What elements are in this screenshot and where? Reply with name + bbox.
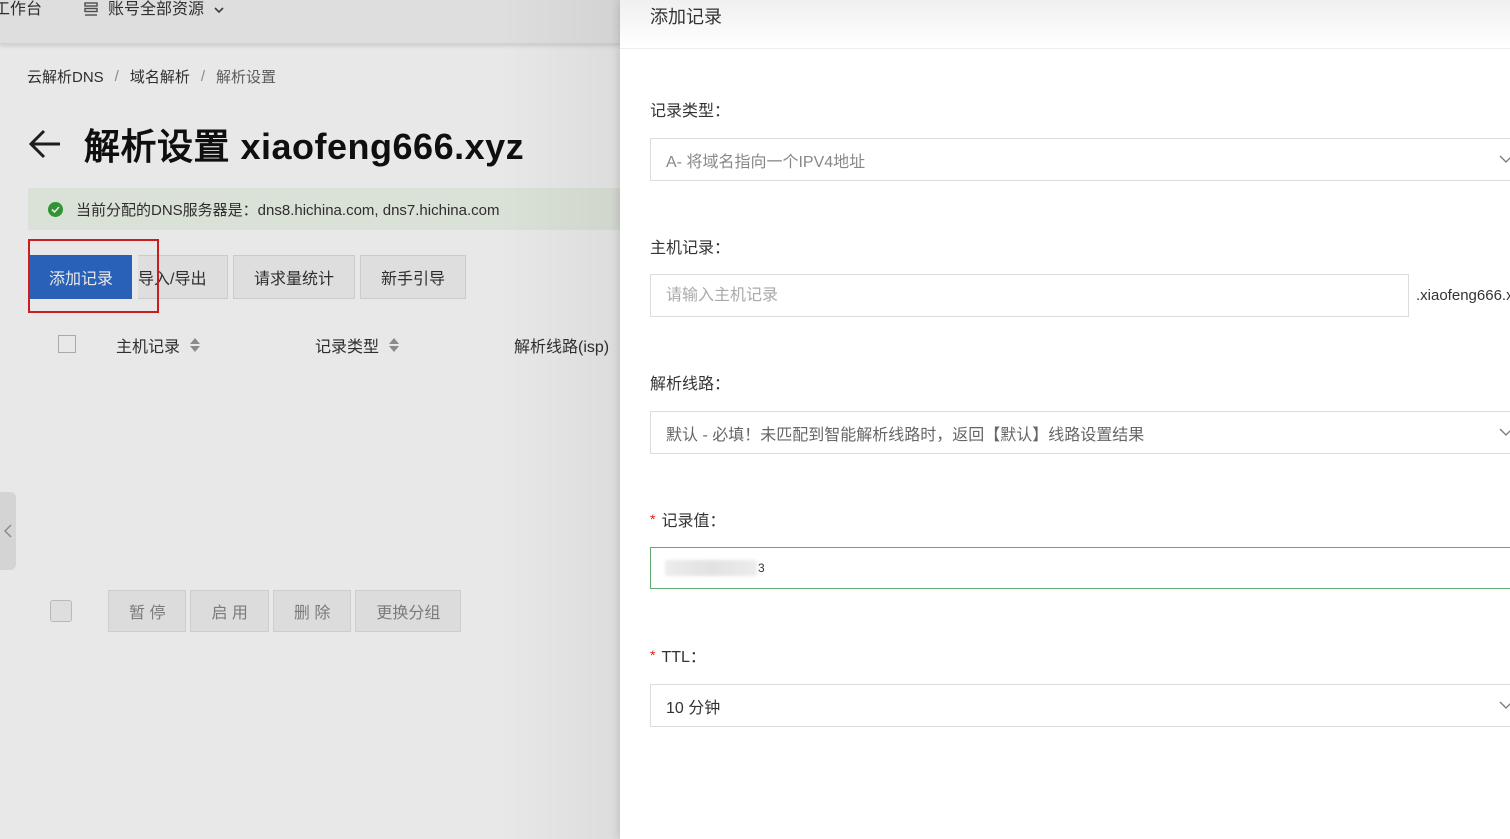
redacted-value xyxy=(665,560,757,576)
column-line: 解析线路(isp) xyxy=(514,333,609,357)
chevron-down-icon xyxy=(1499,155,1510,163)
line-select[interactable]: 默认 - 必填！未匹配到智能解析线路时，返回【默认】线路设置结果 xyxy=(650,411,1510,454)
drawer-title: 添加记录 xyxy=(650,7,722,27)
breadcrumb-separator: / xyxy=(114,68,119,85)
resource-selector-label: 账号全部资源 xyxy=(108,1,205,18)
check-circle-icon xyxy=(48,201,63,217)
batch-action-bar: 暂 停 启 用 删 除 更换分组 xyxy=(50,590,465,632)
sort-icon[interactable] xyxy=(389,338,400,352)
ttl-label: TTL： xyxy=(661,649,706,666)
breadcrumb: 云解析DNS / 域名解析 / 解析设置 xyxy=(27,66,276,87)
record-type-value: A- 将域名指向一个IPV4地址 xyxy=(666,153,866,171)
sidebar-collapse-handle[interactable] xyxy=(0,492,16,570)
chevron-down-icon xyxy=(1499,701,1510,709)
line-label: 解析线路： xyxy=(650,376,731,393)
column-record-type-label: 记录类型 xyxy=(315,339,380,356)
pause-button[interactable]: 暂 停 xyxy=(108,590,187,632)
beginner-guide-button[interactable]: 新手引导 xyxy=(360,255,467,299)
host-record-input[interactable] xyxy=(650,274,1409,317)
ttl-value: 10 分钟 xyxy=(666,699,721,717)
host-record-domain-suffix: .xiaofeng666.xyz xyxy=(1416,287,1510,304)
dns-server-text: 当前分配的DNS服务器是：dns8.hichina.com, dns7.hich… xyxy=(76,201,500,219)
column-host-record-label: 主机记录 xyxy=(116,339,181,356)
column-host-record[interactable]: 主机记录 xyxy=(116,333,201,357)
column-line-label: 解析线路(isp) xyxy=(514,339,610,356)
top-bar: 工作台 账号全部资源 xyxy=(0,0,620,44)
sort-icon[interactable] xyxy=(190,338,201,352)
add-record-drawer: 添加记录 记录类型： A- 将域名指向一个IPV4地址 主机记录： .xiaof… xyxy=(620,0,1510,839)
highlight-annotation-box xyxy=(28,239,159,313)
workbench-link[interactable]: 工作台 xyxy=(0,0,42,20)
delete-button[interactable]: 删 除 xyxy=(272,590,352,632)
arrow-left-icon[interactable] xyxy=(28,127,62,161)
breadcrumb-separator: / xyxy=(200,68,206,85)
record-type-select[interactable]: A- 将域名指向一个IPV4地址 xyxy=(650,138,1510,181)
ttl-label-row: * TTL： xyxy=(650,643,706,667)
required-mark: * xyxy=(650,511,656,527)
page-title: 解析设置 xiaofeng666.xyz xyxy=(84,126,525,167)
drawer-divider xyxy=(620,48,1510,49)
change-group-button[interactable]: 更换分组 xyxy=(355,590,462,632)
chevron-down-icon xyxy=(1499,428,1510,436)
record-type-label: 记录类型： xyxy=(650,103,731,120)
record-value-input[interactable]: 3 xyxy=(650,547,1510,589)
record-value-visible-tail: 3 xyxy=(758,561,765,575)
select-all-checkbox[interactable] xyxy=(58,335,76,353)
resource-selector[interactable]: 账号全部资源 xyxy=(84,0,224,20)
breadcrumb-domain-resolution[interactable]: 域名解析 xyxy=(130,66,190,87)
dns-server-notice: 当前分配的DNS服务器是：dns8.hichina.com, dns7.hich… xyxy=(28,188,620,230)
breadcrumb-current: 解析设置 xyxy=(216,69,277,86)
ttl-select[interactable]: 10 分钟 xyxy=(650,684,1510,727)
line-value: 默认 - 必填！未匹配到智能解析线路时，返回【默认】线路设置结果 xyxy=(666,426,1145,444)
drawer-header: 添加记录 xyxy=(620,0,1510,48)
chevron-left-icon xyxy=(4,524,12,538)
page-header: 解析设置 xiaofeng666.xyz xyxy=(28,118,524,170)
request-stats-button[interactable]: 请求量统计 xyxy=(233,255,356,299)
column-record-type[interactable]: 记录类型 xyxy=(315,333,400,357)
chevron-down-icon xyxy=(214,7,224,14)
enable-button[interactable]: 启 用 xyxy=(190,590,269,632)
background-page: 工作台 账号全部资源 云解析DNS / 域名解析 / 解析设置 解析设置 xia… xyxy=(0,0,620,839)
breadcrumb-dns[interactable]: 云解析DNS xyxy=(27,66,104,87)
stack-icon xyxy=(84,2,98,16)
record-value-label-row: * 记录值： xyxy=(650,507,725,531)
host-record-label: 主机记录： xyxy=(650,240,731,257)
batch-select-checkbox[interactable] xyxy=(50,600,72,622)
record-table-header: 主机记录 记录类型 解析线路(isp) xyxy=(28,326,620,362)
required-mark: * xyxy=(650,647,656,663)
record-value-label: 记录值： xyxy=(661,513,726,530)
